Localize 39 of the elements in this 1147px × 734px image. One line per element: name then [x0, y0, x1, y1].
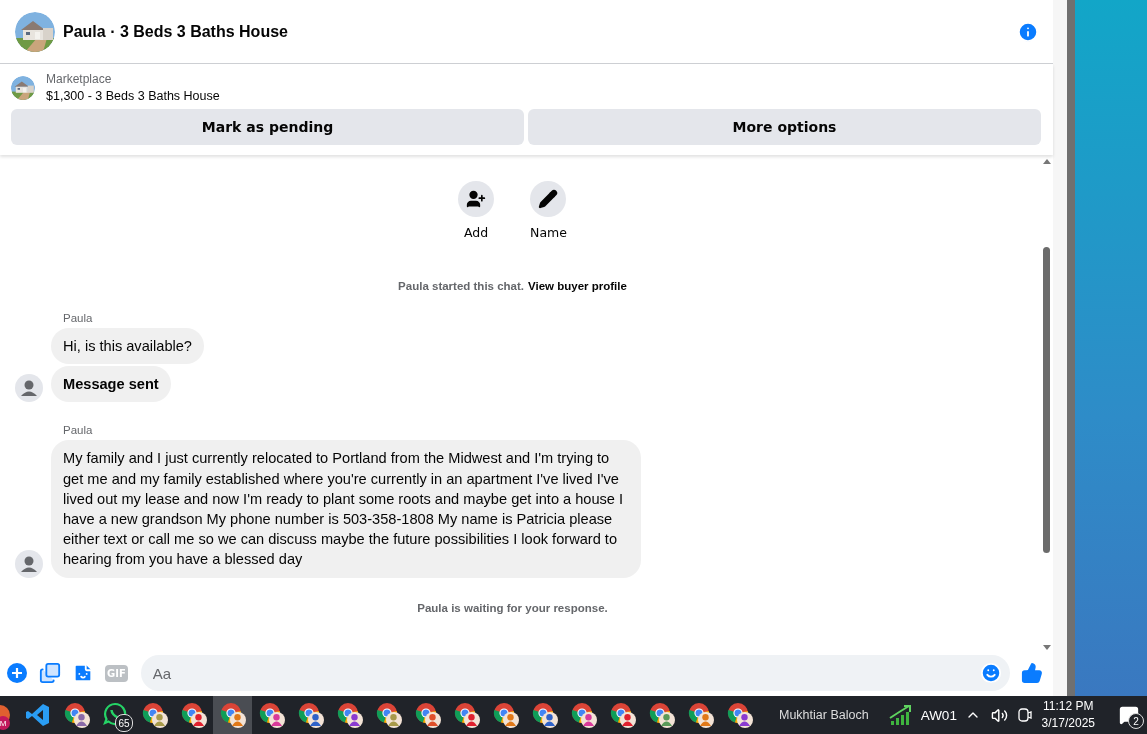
code-editor-icon	[25, 703, 50, 727]
sender-name: Paula	[63, 312, 94, 324]
device-icon[interactable]	[1017, 707, 1032, 723]
thumbs-up-icon[interactable]	[1021, 662, 1043, 684]
listing-title: $1,300 - 3 Beds 3 Baths House	[46, 89, 220, 103]
chat-app-icon	[102, 702, 129, 728]
message-bubble: My family and I just currently relocated to Portland from the Midwest and I'm trying to get me and my family established where you're currently in an apartment I've lived I've lived out my lease and now I'm ready to plant some roots and maybe get into a house I have a new grandson My phone number is 503-358-1808 My name is Patricia please either text or call me so we can discuss maybe the future possibilities I look forward to hearing from you have a blessed day	[51, 440, 641, 578]
listing-source: Marketplace	[46, 72, 113, 86]
chat-notice: Paula started this chat.	[398, 280, 524, 292]
person-avatar	[15, 549, 43, 578]
message-field[interactable]: Aa	[140, 655, 1010, 691]
conversation-title: Paula · 3 Beds 3 Baths House	[63, 22, 289, 41]
taskbar-app[interactable]: 65	[96, 696, 135, 734]
emoji-icon[interactable]	[980, 662, 1002, 684]
profile-badge: M	[0, 716, 10, 730]
sender-name: Paula	[63, 424, 94, 437]
pencil-icon	[538, 189, 559, 209]
count-badge: 65	[115, 714, 133, 732]
add-button[interactable]	[6, 662, 28, 684]
message-bubble: Message sent	[51, 366, 171, 403]
photo-button[interactable]	[39, 662, 61, 684]
taskbar-app[interactable]: M	[0, 696, 18, 734]
volume-icon[interactable]	[990, 706, 1008, 724]
clock-date[interactable]: 3/17/2025	[1041, 715, 1095, 732]
person-avatar	[15, 374, 43, 403]
info-icon[interactable]	[1017, 20, 1039, 43]
buyer-profile-link[interactable]: View buyer profile	[528, 280, 627, 292]
bar-chart-icon	[888, 704, 913, 726]
message-bubble: Hi, is this available?	[51, 328, 204, 365]
user-name: Mukhtiar Baloch	[779, 708, 869, 722]
taskbar-app[interactable]	[213, 696, 252, 734]
clock-time[interactable]: 11:12 PM	[1043, 698, 1094, 715]
count-badge: 2	[1128, 713, 1144, 729]
sticker-button[interactable]	[72, 662, 94, 684]
add-person-icon	[466, 189, 487, 209]
action-button[interactable]: More options	[528, 109, 1041, 145]
status-text: Paula is waiting for your response.	[416, 601, 609, 614]
tray-label: AW01	[920, 707, 957, 723]
action-button[interactable]: Mark as pending	[11, 109, 524, 145]
